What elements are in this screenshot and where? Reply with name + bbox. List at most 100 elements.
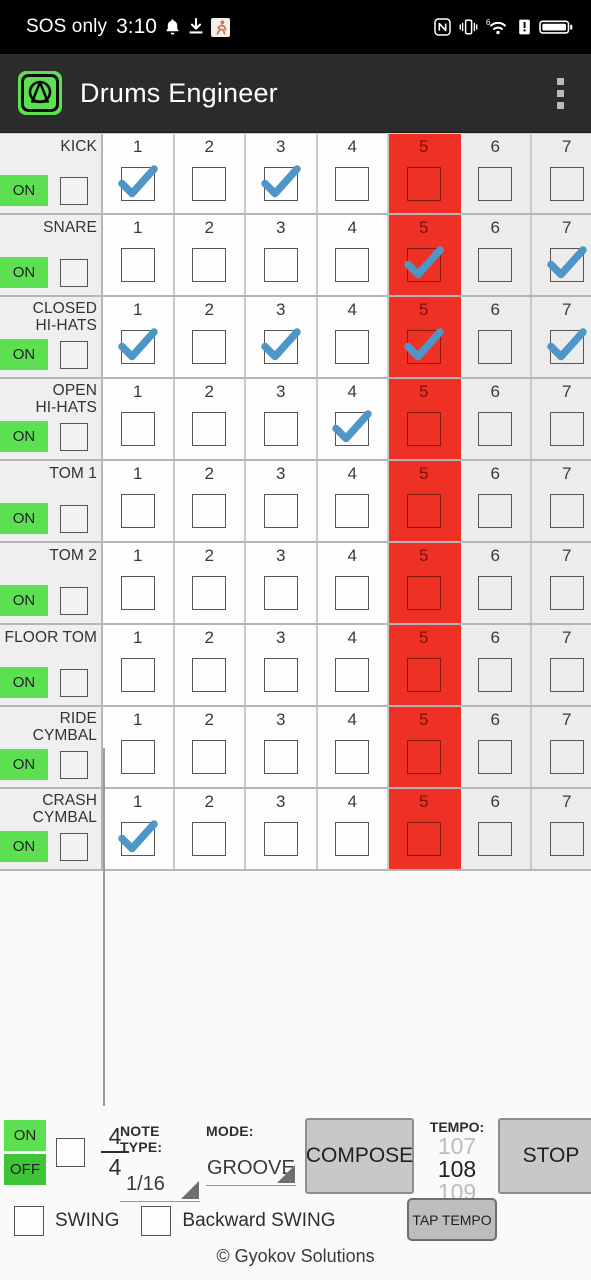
step-cell[interactable]: 4 (317, 379, 389, 459)
instrument-on-button[interactable]: ON (0, 257, 48, 288)
step-cell[interactable]: 2 (174, 789, 246, 869)
step-checkbox[interactable] (549, 494, 584, 528)
instrument-mute-checkbox[interactable] (60, 176, 88, 205)
step-checkbox[interactable] (335, 330, 370, 364)
step-cell[interactable]: 6 (460, 297, 532, 377)
step-checkbox[interactable] (192, 330, 227, 364)
step-cell[interactable]: 2 (174, 215, 246, 295)
step-checkbox[interactable] (549, 576, 584, 610)
backward-swing-checkbox[interactable] (141, 1206, 172, 1236)
step-cell[interactable]: 3 (246, 297, 318, 377)
step-cell[interactable]: 7 (532, 707, 591, 787)
step-checkbox[interactable] (549, 167, 584, 201)
step-cell[interactable]: 2 (174, 297, 246, 377)
step-cell[interactable]: 3 (246, 543, 318, 623)
step-cell[interactable]: 7 (532, 789, 591, 869)
mode-field[interactable]: GROOVE (206, 1157, 296, 1186)
step-checkbox[interactable] (120, 412, 155, 446)
step-checkbox[interactable] (478, 576, 513, 610)
instrument-mute-checkbox[interactable] (60, 340, 88, 369)
tap-tempo-button[interactable]: TAP TEMPO (407, 1198, 497, 1241)
instrument-on-button[interactable]: ON (0, 831, 48, 862)
step-cell[interactable]: 1 (103, 379, 175, 459)
step-checkbox[interactable] (478, 658, 513, 692)
step-checkbox[interactable] (549, 658, 584, 692)
step-cell[interactable]: 1 (103, 461, 175, 541)
step-checkbox[interactable] (335, 822, 370, 856)
step-cell[interactable]: 7 (532, 625, 591, 705)
step-checkbox[interactable] (478, 822, 513, 856)
instrument-mute-checkbox[interactable] (60, 832, 88, 861)
overflow-menu-icon[interactable] (545, 71, 575, 115)
step-cell[interactable]: 5 (389, 543, 461, 623)
instrument-mute-checkbox[interactable] (60, 422, 88, 451)
step-cell[interactable]: 4 (317, 134, 389, 213)
step-cell[interactable]: 1 (103, 134, 175, 213)
step-cell[interactable]: 5 (389, 379, 461, 459)
power-on-button[interactable]: ON (4, 1120, 46, 1151)
step-checkbox[interactable] (263, 494, 298, 528)
step-cell[interactable]: 3 (246, 789, 318, 869)
step-cell[interactable]: 4 (317, 461, 389, 541)
note-type-dropdown[interactable]: NOTE TYPE: 1/16 (120, 1123, 200, 1202)
step-cell[interactable]: 7 (532, 215, 591, 295)
step-checkbox[interactable] (335, 740, 370, 774)
step-checkbox[interactable] (549, 248, 584, 282)
step-checkbox[interactable] (120, 167, 155, 201)
step-cell[interactable]: 4 (317, 789, 389, 869)
step-cell[interactable]: 1 (103, 543, 175, 623)
instrument-on-button[interactable]: ON (0, 585, 48, 616)
power-toggle-group[interactable]: ON OFF (4, 1120, 46, 1185)
instrument-on-button[interactable]: ON (0, 339, 48, 370)
step-cell[interactable]: 3 (246, 625, 318, 705)
step-checkbox[interactable] (478, 248, 513, 282)
step-checkbox[interactable] (192, 658, 227, 692)
step-checkbox[interactable] (120, 822, 155, 856)
step-checkbox[interactable] (263, 576, 298, 610)
step-cell[interactable]: 3 (246, 134, 318, 213)
step-cell[interactable]: 7 (532, 543, 591, 623)
step-cell[interactable]: 1 (103, 297, 175, 377)
step-checkbox[interactable] (406, 740, 441, 774)
step-cell[interactable]: 1 (103, 707, 175, 787)
step-checkbox[interactable] (192, 167, 227, 201)
step-cell[interactable]: 6 (460, 625, 532, 705)
step-checkbox[interactable] (263, 412, 298, 446)
loop-checkbox[interactable] (56, 1138, 85, 1167)
step-checkbox[interactable] (120, 330, 155, 364)
step-cell[interactable]: 7 (532, 461, 591, 541)
step-checkbox[interactable] (335, 658, 370, 692)
step-cell[interactable]: 2 (174, 379, 246, 459)
step-checkbox[interactable] (478, 167, 513, 201)
step-checkbox[interactable] (335, 248, 370, 282)
step-cell[interactable]: 6 (460, 707, 532, 787)
instrument-mute-checkbox[interactable] (60, 668, 88, 697)
mode-dropdown[interactable]: MODE: GROOVE (206, 1123, 296, 1186)
step-checkbox[interactable] (120, 248, 155, 282)
step-cell[interactable]: 4 (317, 215, 389, 295)
step-checkbox[interactable] (335, 412, 370, 446)
instrument-mute-checkbox[interactable] (60, 504, 88, 533)
sequencer-grid[interactable]: KICKON123456789SNAREON123456789CLOSEDHI-… (0, 133, 591, 881)
step-checkbox[interactable] (120, 576, 155, 610)
step-cell[interactable]: 6 (460, 215, 532, 295)
stop-button[interactable]: STOP (498, 1118, 591, 1194)
instrument-mute-checkbox[interactable] (60, 586, 88, 615)
note-type-field[interactable]: 1/16 (120, 1173, 200, 1202)
step-cell[interactable]: 6 (460, 461, 532, 541)
step-cell[interactable]: 4 (317, 297, 389, 377)
tempo-current-value[interactable]: 108 (420, 1158, 494, 1181)
step-checkbox[interactable] (406, 822, 441, 856)
step-checkbox[interactable] (120, 658, 155, 692)
step-cell[interactable]: 1 (103, 789, 175, 869)
step-cell[interactable]: 2 (174, 134, 246, 213)
step-cell[interactable]: 1 (103, 625, 175, 705)
step-cell[interactable]: 6 (460, 379, 532, 459)
step-cell[interactable]: 6 (460, 543, 532, 623)
step-cell[interactable]: 5 (389, 215, 461, 295)
step-checkbox[interactable] (192, 494, 227, 528)
step-checkbox[interactable] (263, 248, 298, 282)
step-checkbox[interactable] (406, 330, 441, 364)
step-cell[interactable]: 4 (317, 543, 389, 623)
step-checkbox[interactable] (192, 740, 227, 774)
